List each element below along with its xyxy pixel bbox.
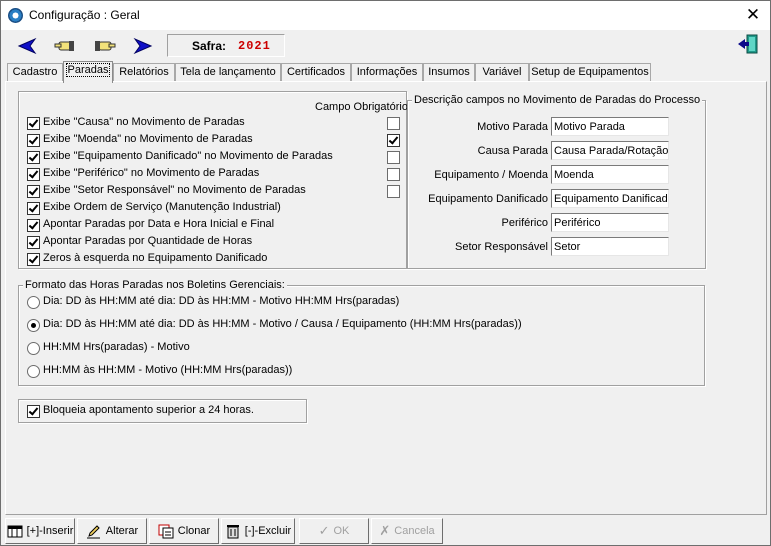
tab-tela-de-lancamento[interactable]: Tela de lançamento <box>175 63 281 82</box>
equipamento-mandatory-checkbox[interactable] <box>387 151 400 164</box>
clone-label: Clonar <box>177 525 211 537</box>
format-option-4-radio[interactable] <box>27 365 40 378</box>
hand-prev-icon <box>54 41 74 51</box>
setor-mandatory-checkbox[interactable] <box>387 185 400 198</box>
format-option-2-label: Dia: DD às HH:MM até dia: DD às HH:MM - … <box>43 318 522 330</box>
show-equipamento-label: Exibe "Equipamento Danificado" no Movime… <box>43 150 333 162</box>
trash-icon <box>226 525 239 539</box>
descriptions-group: Descrição campos no Movimento de Paradas… <box>407 94 706 269</box>
close-button[interactable]: ✕ <box>739 3 767 27</box>
format-option-3-radio[interactable] <box>27 342 40 355</box>
show-ordem-servico-checkbox[interactable] <box>27 202 40 215</box>
pencil-icon <box>86 525 100 539</box>
tab-variavel[interactable]: Variável <box>475 63 529 82</box>
block-24h-checkbox[interactable] <box>27 405 40 418</box>
format-group: Formato das Horas Paradas nos Boletins G… <box>18 279 705 386</box>
causa-parada-input[interactable]: Causa Parada/Rotação <box>551 141 669 160</box>
motivo-parada-input[interactable]: Motivo Parada <box>551 117 669 136</box>
equipamento-danificado-input[interactable]: Equipamento Danificado <box>551 189 669 208</box>
previous-record-button[interactable] <box>53 36 79 56</box>
ok-button[interactable]: ✓ OK <box>299 518 369 544</box>
block-24h-label: Bloqueia apontamento superior a 24 horas… <box>43 404 254 416</box>
tab-informacoes[interactable]: Informações <box>351 63 423 82</box>
title-bar: Configuração : Geral ✕ <box>1 1 770 30</box>
config-window: Configuração : Geral ✕ Safra: 2021 Cadas… <box>0 0 771 546</box>
exit-button[interactable] <box>736 33 760 55</box>
cancel-x-icon: ✗ <box>379 523 391 538</box>
arrow-last-icon <box>133 37 153 55</box>
show-equipamento-checkbox[interactable] <box>27 151 40 164</box>
zeros-esquerda-label: Zeros à esquerda no Equipamento Danifica… <box>43 252 268 264</box>
show-moenda-checkbox[interactable] <box>27 134 40 147</box>
exit-door-icon <box>738 34 758 54</box>
equipamento-moenda-label: Equipamento / Moenda <box>434 169 548 181</box>
action-bar: [+]-Inserir Alterar Clonar [-]-Excluir ✓… <box>1 516 770 545</box>
cancel-label: Cancela <box>394 525 435 537</box>
arrow-first-icon <box>17 37 37 55</box>
checkmark-icon: ✓ <box>318 523 330 538</box>
tab-certificados[interactable]: Certificados <box>281 63 351 82</box>
format-title: Formato das Horas Paradas nos Boletins G… <box>23 279 287 291</box>
block-group: Bloqueia apontamento superior a 24 horas… <box>18 399 307 423</box>
clone-icon <box>158 524 174 539</box>
show-setor-checkbox[interactable] <box>27 185 40 198</box>
show-periferico-checkbox[interactable] <box>27 168 40 181</box>
tab-setup-de-equipamentos[interactable]: Setup de Equipamentos <box>529 63 651 82</box>
quantidade-horas-checkbox[interactable] <box>27 236 40 249</box>
causa-parada-label: Causa Parada <box>477 145 548 157</box>
insert-button[interactable]: [+]-Inserir <box>5 518 75 544</box>
tab-paradas[interactable]: Paradas <box>63 61 113 83</box>
safra-display: Safra: 2021 <box>167 34 285 57</box>
periferico-input[interactable]: Periférico <box>551 213 669 232</box>
tab-relatorios[interactable]: Relatórios <box>113 63 175 82</box>
causa-mandatory-checkbox[interactable] <box>387 117 400 130</box>
motivo-parada-label: Motivo Parada <box>477 121 548 133</box>
setor-responsavel-input[interactable]: Setor <box>551 237 669 256</box>
zeros-esquerda-checkbox[interactable] <box>27 253 40 266</box>
safra-label: Safra: <box>192 39 227 53</box>
tab-cadastro[interactable]: Cadastro <box>7 63 63 82</box>
descriptions-title: Descrição campos no Movimento de Paradas… <box>412 94 703 106</box>
tab-insumos[interactable]: Insumos <box>423 63 475 82</box>
format-option-3-label: HH:MM Hrs(paradas) - Motivo <box>43 341 190 353</box>
hand-next-icon <box>95 41 116 51</box>
moenda-mandatory-checkbox[interactable] <box>387 134 400 147</box>
edit-label: Alterar <box>105 525 139 537</box>
format-option-1-radio[interactable] <box>27 296 40 309</box>
setor-responsavel-label: Setor Responsável <box>455 241 548 253</box>
data-hora-label: Apontar Paradas por Data e Hora Inicial … <box>43 218 275 230</box>
app-icon <box>8 8 23 23</box>
periferico-mandatory-checkbox[interactable] <box>387 168 400 181</box>
format-option-4-label: HH:MM às HH:MM - Motivo (HH:MM Hrs(parad… <box>43 364 293 376</box>
equipamento-danificado-label: Equipamento Danificado <box>428 193 548 205</box>
equipamento-moenda-input[interactable]: Moenda <box>551 165 669 184</box>
first-record-button[interactable] <box>17 36 43 56</box>
show-setor-label: Exibe "Setor Responsável" no Movimento d… <box>43 184 306 196</box>
options-group: Campo Obrigatório Exibe "Causa" no Movim… <box>18 91 408 269</box>
delete-label: [-]-Excluir <box>244 525 292 537</box>
ok-label: OK <box>333 525 350 537</box>
show-causa-label: Exibe "Causa" no Movimento de Paradas <box>43 116 245 128</box>
show-ordem-servico-label: Exibe Ordem de Serviço (Manutenção Indus… <box>43 201 281 213</box>
format-option-2-radio[interactable] <box>27 319 40 332</box>
cancel-button[interactable]: ✗ Cancela <box>371 518 443 544</box>
edit-button[interactable]: Alterar <box>77 518 147 544</box>
next-record-button[interactable] <box>91 36 117 56</box>
mandatory-header: Campo Obrigatório <box>315 101 408 113</box>
show-periferico-label: Exibe "Periférico" no Movimento de Parad… <box>43 167 260 179</box>
show-moenda-label: Exibe "Moenda" no Movimento de Paradas <box>43 133 253 145</box>
window-title: Configuração : Geral <box>29 8 140 22</box>
quantidade-horas-label: Apontar Paradas por Quantidade de Horas <box>43 235 253 247</box>
insert-label: [+]-Inserir <box>26 525 74 537</box>
show-causa-checkbox[interactable] <box>27 117 40 130</box>
safra-value: 2021 <box>238 39 271 53</box>
last-record-button[interactable] <box>129 36 155 56</box>
insert-icon <box>7 525 23 538</box>
delete-button[interactable]: [-]-Excluir <box>221 518 295 544</box>
format-option-1-label: Dia: DD às HH:MM até dia: DD às HH:MM - … <box>43 295 400 307</box>
clone-button[interactable]: Clonar <box>149 518 219 544</box>
data-hora-checkbox[interactable] <box>27 219 40 232</box>
periferico-label: Periférico <box>501 217 548 229</box>
